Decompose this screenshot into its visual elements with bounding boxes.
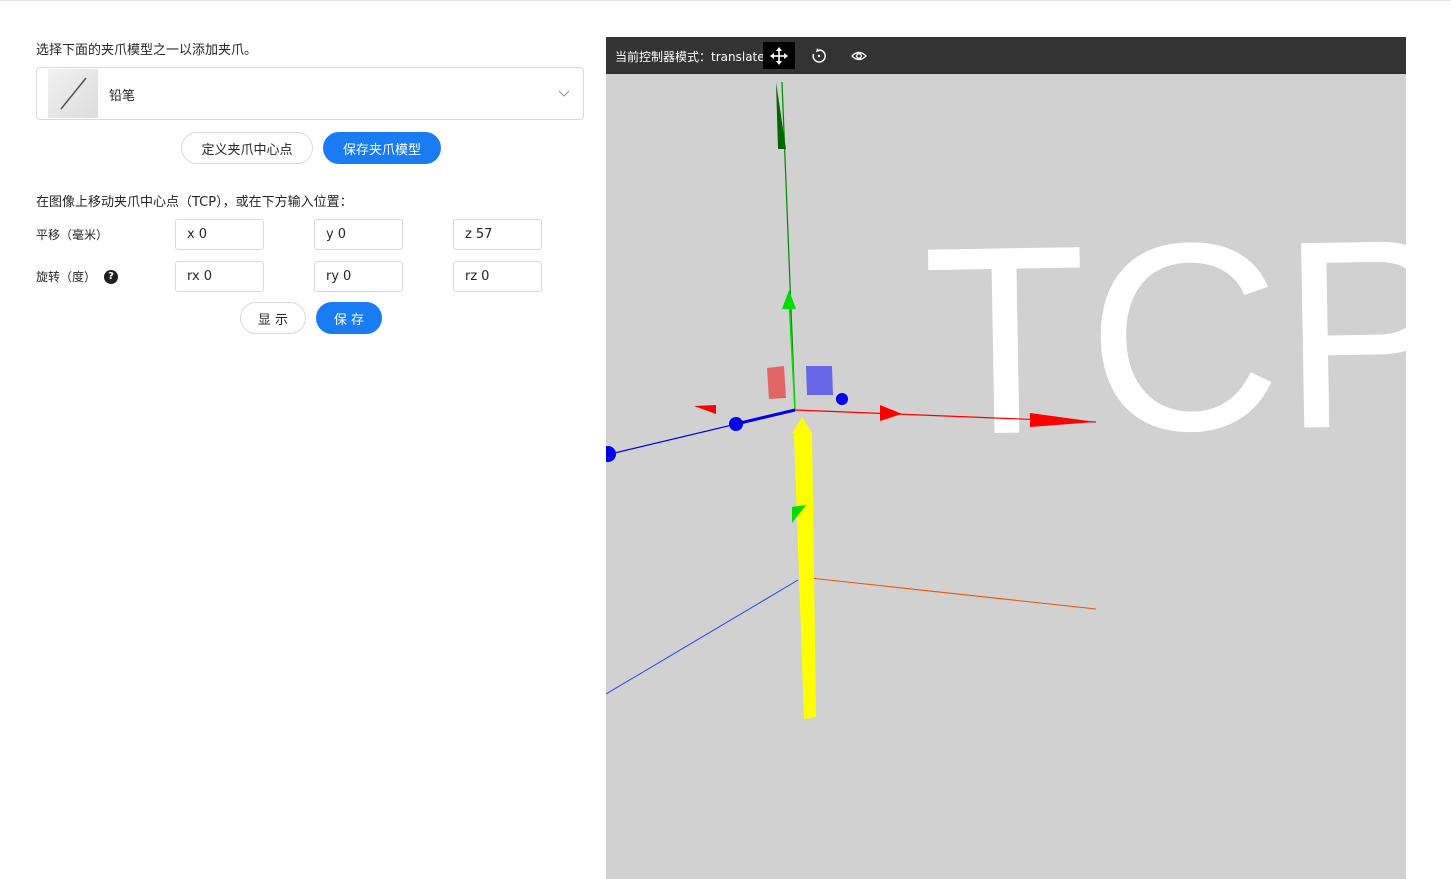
gizmo-y-arrow-far[interactable] xyxy=(776,82,786,149)
eye-icon xyxy=(851,51,867,60)
gizmo-z-handle[interactable] xyxy=(729,417,743,431)
field-value: 0 xyxy=(198,227,207,242)
visibility-tool-button[interactable] xyxy=(843,42,875,69)
rotate-z-input[interactable]: rz 0 xyxy=(453,261,542,292)
translate-x-input[interactable]: x 0 xyxy=(175,219,264,250)
translation-label-text: 平移（毫米） xyxy=(36,228,109,242)
mode-value: translate xyxy=(711,50,765,64)
field-prefix: x xyxy=(187,227,195,242)
gizmo-plane-handle-blue[interactable] xyxy=(806,366,833,395)
gizmo-x-arrow-neg[interactable] xyxy=(694,405,716,414)
save-gripper-model-button[interactable]: 保存夹爪模型 xyxy=(323,132,441,164)
field-value: 0 xyxy=(203,269,212,284)
gizmo-y-axis xyxy=(788,298,796,411)
rotate-x-input[interactable]: rx 0 xyxy=(175,261,264,292)
gizmo-z-handle-neg[interactable] xyxy=(836,393,848,405)
viewer-toolbar: 当前控制器模式：translate xyxy=(606,37,1406,74)
tcp-label-3d: TCP xyxy=(921,182,1406,491)
3d-viewer[interactable]: TCP 当前控制器模式：translate xyxy=(606,37,1406,879)
define-tcp-button[interactable]: 定义夹爪中心点 xyxy=(181,132,313,164)
rotation-label: 旋转（度） ? xyxy=(36,268,119,285)
gripper-instruction: 选择下面的夹爪模型之一以添加夹爪。 xyxy=(36,43,258,58)
tcp-instruction: 在图像上移动夹爪中心点（TCP），或在下方输入位置： xyxy=(36,195,353,210)
scene-canvas[interactable]: TCP xyxy=(606,37,1406,879)
top-divider xyxy=(0,0,1451,1)
rotate-tool-button[interactable] xyxy=(803,42,835,69)
translate-tool-button[interactable] xyxy=(763,42,795,69)
controller-mode-text: 当前控制器模式：translate xyxy=(615,48,765,65)
chevron-down-icon xyxy=(558,90,570,97)
field-value: 0 xyxy=(337,227,346,242)
rotate-icon xyxy=(812,47,826,63)
gizmo-y-arrow[interactable] xyxy=(782,290,796,309)
pencil-thumbnail xyxy=(48,69,98,118)
gizmo-z-axis-handle xyxy=(735,408,796,426)
field-value: 0 xyxy=(343,269,352,284)
translate-y-input[interactable]: y 0 xyxy=(314,219,403,250)
field-prefix: y xyxy=(326,227,334,242)
rotate-y-input[interactable]: ry 0 xyxy=(314,261,403,292)
save-button[interactable]: 保 存 xyxy=(316,302,382,334)
show-button[interactable]: 显 示 xyxy=(240,302,306,334)
gizmo-x-arrow[interactable] xyxy=(880,405,902,421)
gripper-model-label: 铅笔 xyxy=(109,89,136,104)
gizmo-z-handle-far[interactable] xyxy=(606,446,616,462)
field-prefix: ry xyxy=(326,269,340,284)
field-prefix: z xyxy=(465,227,472,242)
mode-label: 当前控制器模式： xyxy=(615,50,712,64)
translation-label: 平移（毫米） xyxy=(36,226,108,243)
field-prefix: rz xyxy=(465,269,478,284)
help-icon[interactable]: ? xyxy=(104,269,119,284)
translate-icon xyxy=(770,46,788,65)
rotation-label-text: 旋转（度） xyxy=(36,270,97,284)
translate-z-input[interactable]: z 57 xyxy=(453,219,542,250)
scene-z-axis-line xyxy=(606,579,799,695)
field-value: 0 xyxy=(481,269,490,284)
field-value: 57 xyxy=(475,227,493,242)
gizmo-plane-handle-red[interactable] xyxy=(767,366,786,399)
scene-x-axis-line xyxy=(809,577,1097,610)
field-prefix: rx xyxy=(187,269,200,284)
pencil-model[interactable] xyxy=(792,417,816,719)
gripper-model-select[interactable]: 铅笔 xyxy=(36,67,584,120)
